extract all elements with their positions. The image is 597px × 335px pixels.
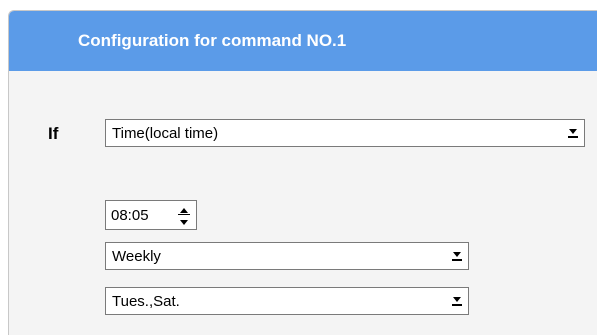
dropdown-underline: [452, 304, 462, 306]
days-dropdown-button[interactable]: [448, 290, 466, 312]
frequency-select-value: Weekly: [112, 248, 161, 265]
time-decrement-button[interactable]: [174, 215, 194, 226]
dropdown-underline: [452, 259, 462, 261]
chevron-down-icon: [453, 252, 461, 257]
condition-select-value: Time(local time): [112, 125, 219, 142]
panel-header: Configuration for command NO.1: [9, 11, 597, 71]
frequency-dropdown-button[interactable]: [448, 245, 466, 267]
frequency-select[interactable]: Weekly: [105, 242, 469, 270]
if-label: If: [48, 124, 59, 143]
condition-select[interactable]: Time(local time): [105, 119, 585, 147]
panel-title: Configuration for command NO.1: [78, 31, 347, 50]
time-input-value: 08:05: [111, 207, 149, 224]
triangle-down-icon: [180, 220, 188, 225]
chevron-down-icon: [569, 129, 577, 134]
command-config-panel: Configuration for command NO.1 If Time(l…: [8, 10, 597, 335]
time-stepper[interactable]: [174, 203, 194, 227]
days-select[interactable]: Tues.,Sat.: [105, 287, 469, 315]
time-input[interactable]: 08:05: [105, 200, 197, 230]
days-select-value: Tues.,Sat.: [112, 293, 180, 310]
time-increment-button[interactable]: [174, 203, 194, 214]
dropdown-underline: [568, 136, 578, 138]
panel-body: If Time(local time) 08:05 Weekly Tues.,S…: [9, 71, 597, 335]
chevron-down-icon: [453, 297, 461, 302]
condition-dropdown-button[interactable]: [564, 122, 582, 144]
